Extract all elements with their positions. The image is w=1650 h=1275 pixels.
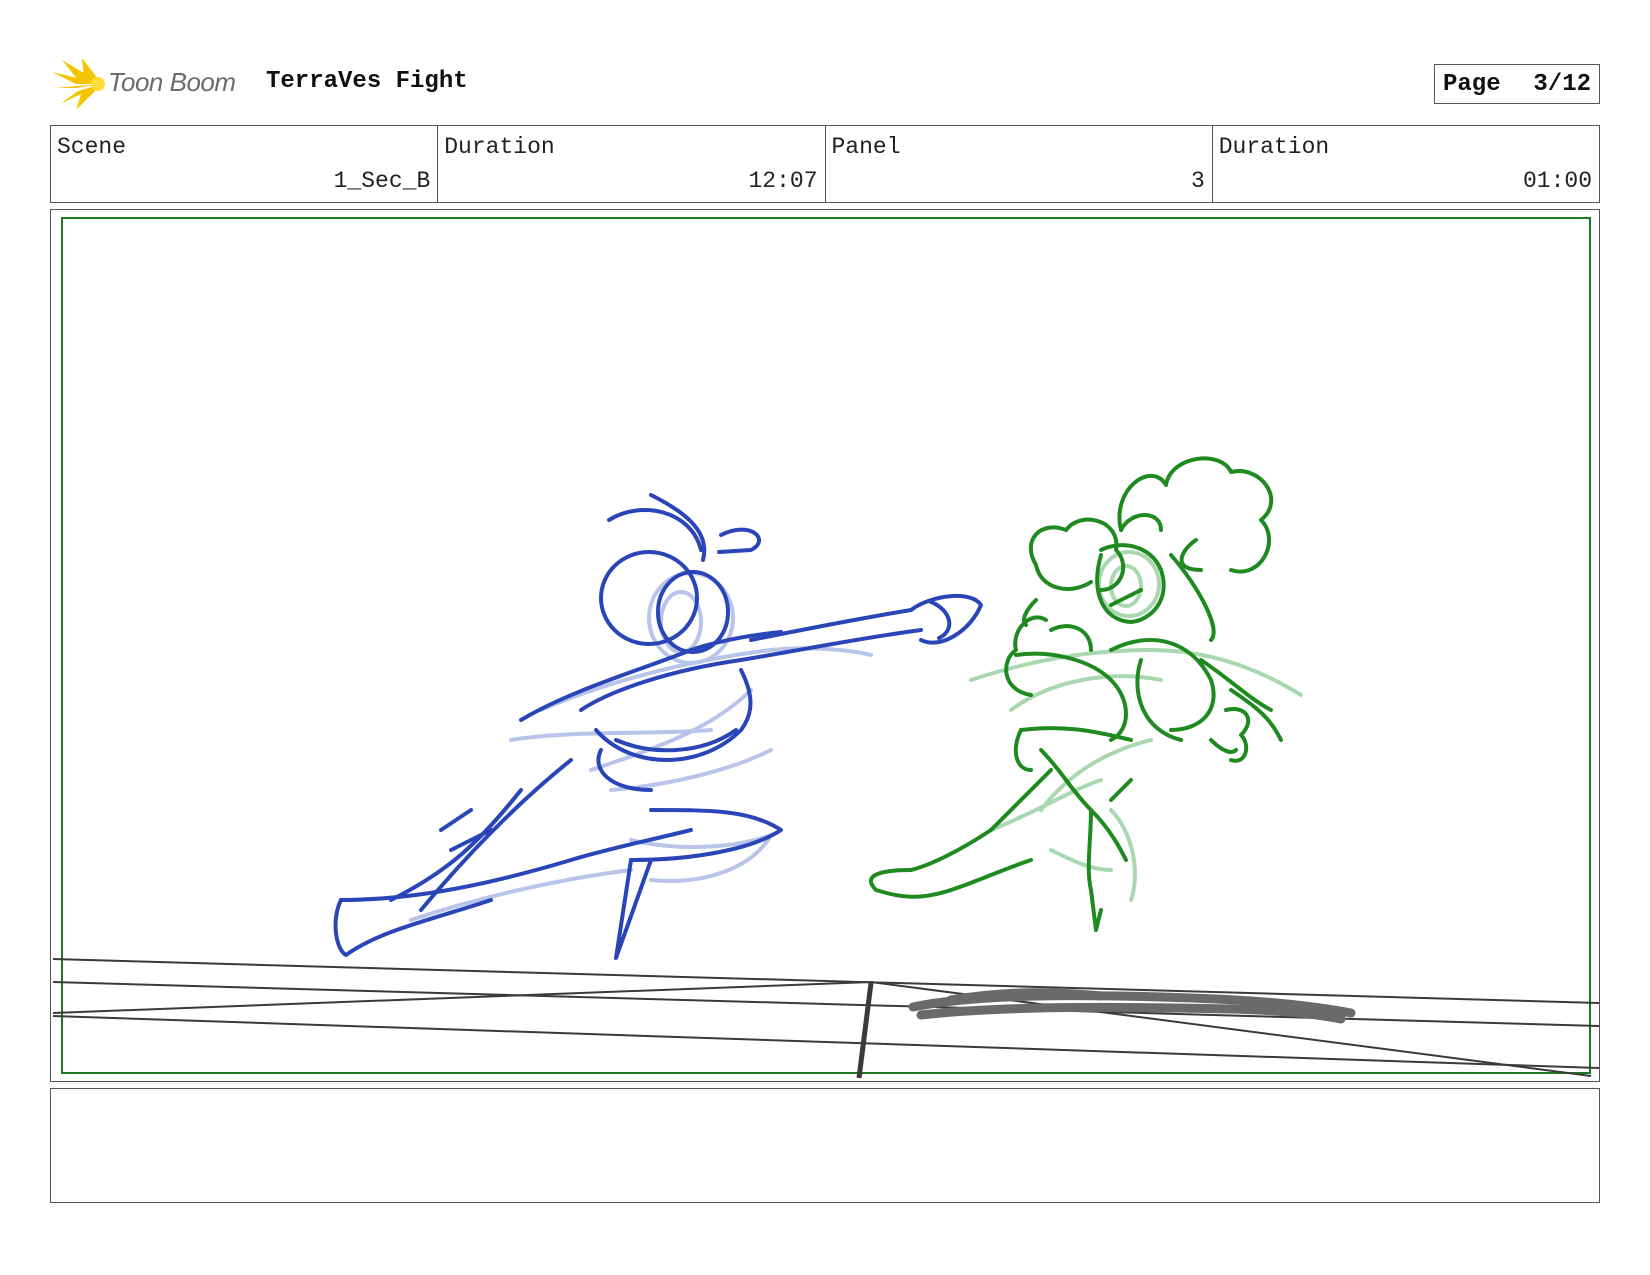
ground-lines	[52, 958, 1599, 1079]
page-label: Page	[1443, 70, 1501, 98]
blue-character	[333, 493, 983, 960]
panel-value: 3	[1190, 168, 1205, 194]
panel-duration-cell: Duration 01:00	[1213, 126, 1599, 202]
storyboard-panel	[50, 209, 1600, 1082]
green-character	[868, 456, 1283, 932]
scene-duration-label: Duration	[444, 134, 555, 160]
scene-info-table: Scene 1_Sec_B Duration 12:07 Panel 3 Dur…	[50, 125, 1600, 203]
scene-value: 1_Sec_B	[333, 168, 431, 194]
page-indicator: Page 3/12	[1434, 64, 1600, 104]
scene-label: Scene	[57, 134, 127, 160]
logo-text: Toon Boom	[108, 67, 236, 97]
scene-duration-cell: Duration 12:07	[438, 126, 826, 202]
panel-duration-label: Duration	[1218, 134, 1330, 160]
starburst-icon	[52, 58, 105, 110]
panel-drawing	[52, 217, 1599, 1079]
ground-shadow	[908, 988, 1356, 1024]
scene-duration-value: 12:07	[748, 168, 818, 194]
scene-cell: Scene 1_Sec_B	[51, 126, 439, 202]
panel-notes-box	[50, 1088, 1600, 1203]
green-character-rough	[969, 550, 1303, 902]
project-title: TerraVes Fight	[266, 68, 468, 95]
panel-cell: Panel 3	[826, 126, 1213, 202]
page-value: 3/12	[1533, 70, 1591, 98]
panel-duration-value: 01:00	[1522, 168, 1592, 194]
panel-label: Panel	[831, 134, 901, 160]
toon-boom-logo: Toon Boom	[52, 58, 248, 110]
